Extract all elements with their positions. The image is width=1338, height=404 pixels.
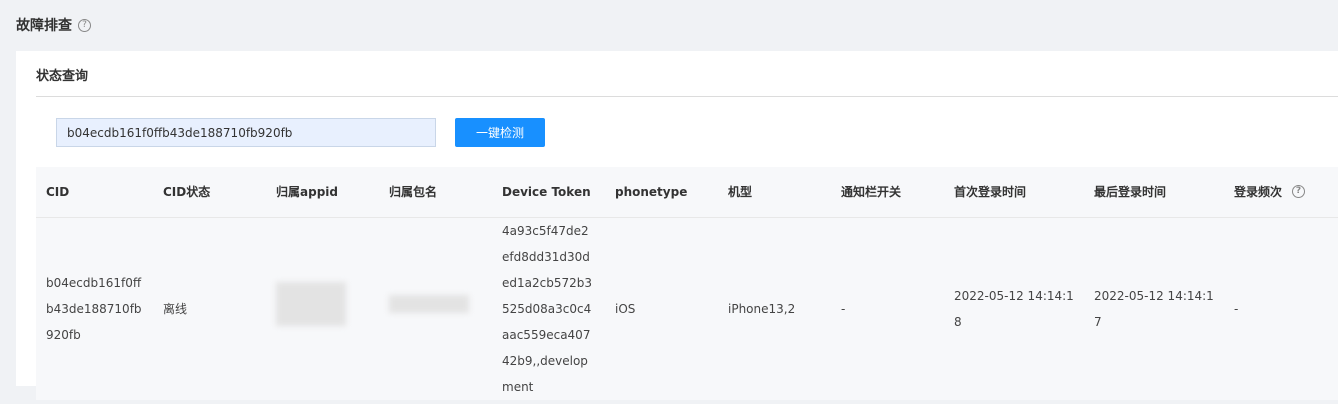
cell-frequency: -: [1234, 301, 1239, 316]
table-row: b04ecdb161f0ffb43de188710fb920fb 离线 4a93…: [36, 217, 1338, 400]
cell-notification: -: [841, 301, 846, 316]
status-query-card: 状态查询 一键检测 CID CID状态 归属appid 归属包名 Device …: [16, 51, 1338, 400]
column-header-model: 机型: [718, 167, 831, 218]
cell-phonetype: iOS: [615, 301, 636, 316]
result-table: CID CID状态 归属appid 归属包名 Device Token phon…: [36, 167, 1338, 400]
column-header-cid: CID: [36, 167, 153, 218]
column-header-last-login: 最后登录时间: [1084, 167, 1224, 218]
one-click-check-button[interactable]: 一键检测: [455, 118, 545, 147]
cell-appid: [266, 217, 379, 400]
column-header-package: 归属包名: [379, 167, 492, 218]
cell-model: iPhone13,2: [728, 301, 796, 316]
card-title: 状态查询: [36, 69, 89, 84]
column-header-frequency-label: 登录频次: [1234, 185, 1283, 200]
column-header-phonetype: phonetype: [605, 167, 718, 218]
blurred-package: [389, 295, 469, 313]
cell-cid-status: 离线: [163, 301, 188, 316]
cell-package: [379, 217, 492, 400]
table-header-row: CID CID状态 归属appid 归属包名 Device Token phon…: [36, 167, 1338, 218]
card-divider: [36, 96, 1338, 97]
column-header-frequency: 登录频次 ?: [1224, 167, 1338, 218]
column-header-first-login: 首次登录时间: [944, 167, 1084, 218]
page-header: 故障排查 ?: [16, 15, 91, 35]
blurred-appid: [276, 282, 346, 326]
column-header-device-token: Device Token: [492, 167, 605, 218]
cid-search-input[interactable]: [56, 118, 436, 147]
cell-cid: b04ecdb161f0ffb43de188710fb920fb: [46, 275, 142, 342]
question-circle-icon[interactable]: ?: [1292, 185, 1306, 199]
page-title: 故障排查: [16, 18, 72, 34]
column-header-notification: 通知栏开关: [831, 167, 944, 218]
column-header-cid-status: CID状态: [153, 167, 266, 218]
cell-first-login: 2022-05-12 14:14:18: [954, 288, 1074, 329]
cell-last-login: 2022-05-12 14:14:17: [1094, 288, 1214, 329]
column-header-appid: 归属appid: [266, 167, 379, 218]
cell-device-token: 4a93c5f47de2efd8dd31d30ded1a2cb572b3525d…: [502, 223, 592, 394]
question-circle-icon[interactable]: ?: [78, 18, 91, 32]
